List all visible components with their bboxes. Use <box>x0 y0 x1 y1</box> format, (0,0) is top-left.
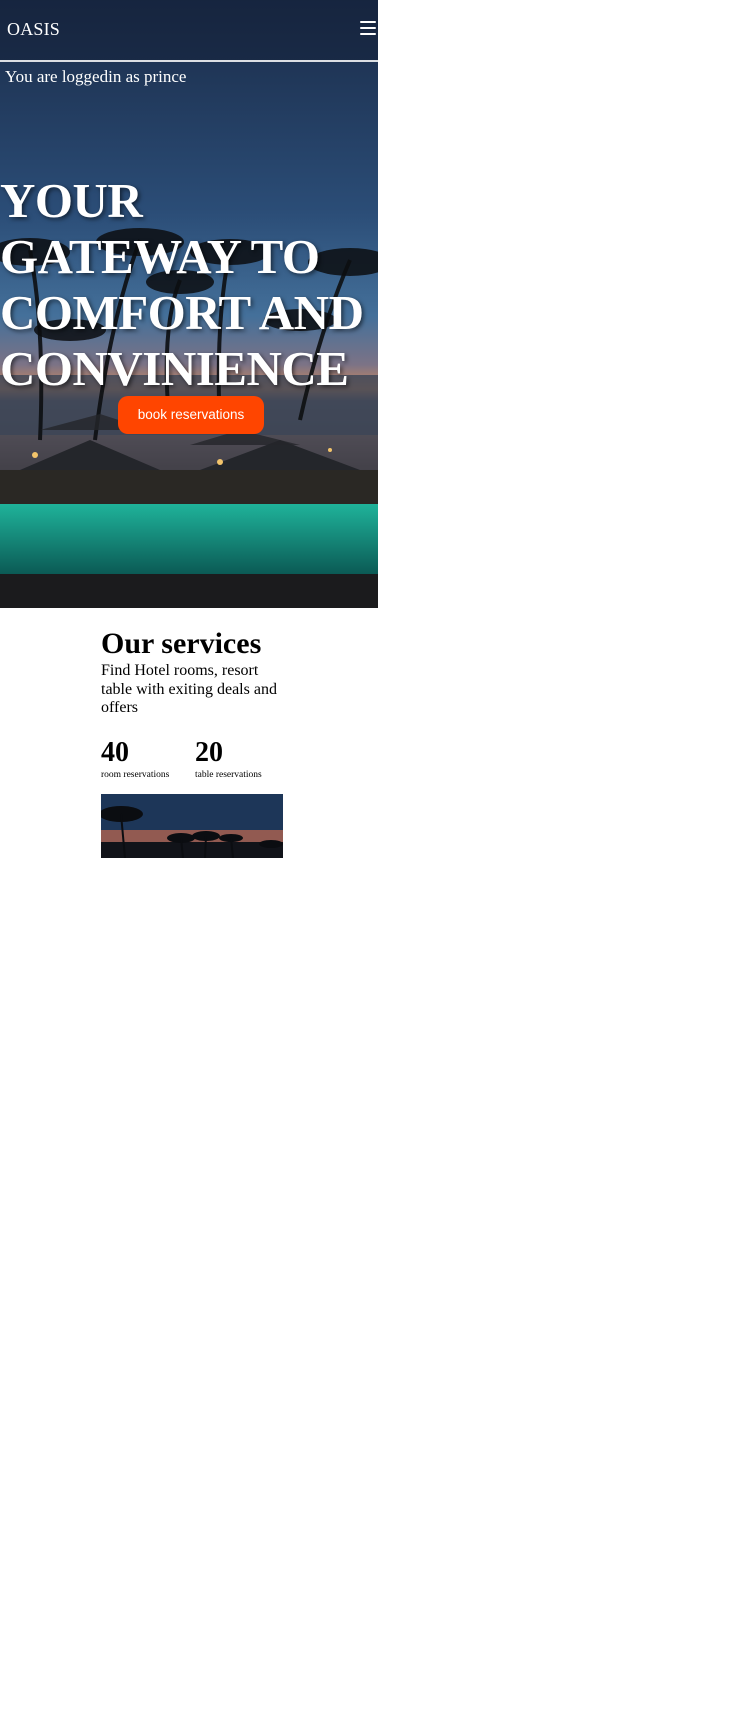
hero-title: YOUR GATEWAY TO COMFORT AND CONVINIENCE <box>0 173 378 397</box>
brand-logo[interactable]: OASIS <box>7 19 60 40</box>
hero-title-line: COMFORT AND <box>0 285 364 340</box>
stat-value: 40 <box>101 737 129 768</box>
logged-in-status: You are loggedin as prince <box>5 67 187 86</box>
stat-value: 20 <box>195 737 223 768</box>
hero-title-line: GATEWAY TO <box>0 229 320 284</box>
book-reservations-button[interactable]: book reservations <box>118 396 264 434</box>
hero-title-line: CONVINIENCE <box>0 341 349 396</box>
services-title: Our services <box>101 627 262 660</box>
services-image <box>101 794 283 858</box>
menu-bar <box>360 27 376 29</box>
stat-label: room reservations <box>101 770 170 780</box>
services-subtitle: Find Hotel rooms, resort table with exit… <box>101 662 277 716</box>
stat-label: table reservations <box>195 770 262 780</box>
navbar: OASIS <box>0 0 378 62</box>
hero-section: OASIS You are loggedin as prince YOUR GA… <box>0 0 378 608</box>
menu-bar <box>360 21 376 23</box>
hamburger-menu-icon[interactable] <box>360 20 376 36</box>
services-section: Our services Find Hotel rooms, resort ta… <box>101 626 283 858</box>
menu-bar <box>360 33 376 35</box>
stat-table-reservations: 20 table reservations <box>195 738 262 782</box>
stat-room-reservations: 40 room reservations <box>101 738 169 782</box>
hero-title-line: YOUR <box>0 173 143 228</box>
